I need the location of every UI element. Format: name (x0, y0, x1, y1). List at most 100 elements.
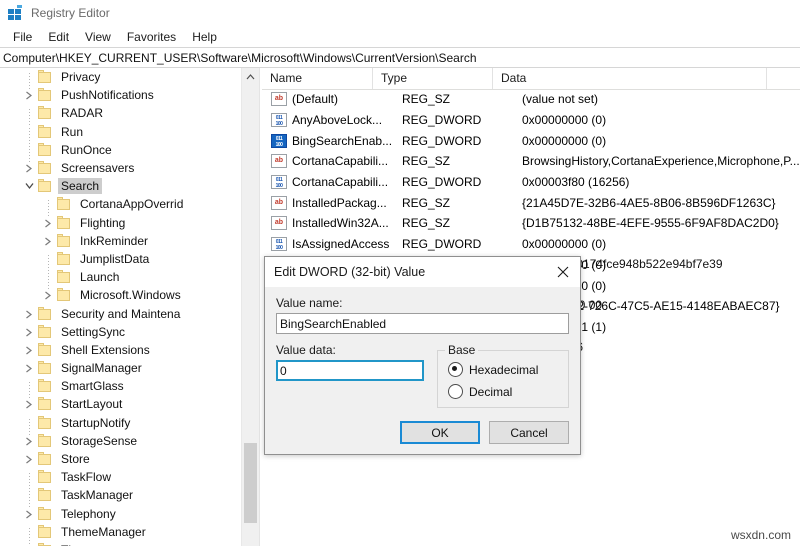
radio-hexadecimal-label: Hexadecimal (469, 362, 539, 377)
chevron-down-icon[interactable] (21, 177, 37, 195)
tree-item-flighting[interactable]: Flighting (0, 214, 242, 232)
tree-item-radar[interactable]: RADAR (0, 104, 242, 128)
registry-tree[interactable]: Privacy PushNotifications RADAR Run RunOnce S… (0, 68, 242, 546)
chevron-right-icon[interactable] (40, 232, 56, 250)
chevron-right-icon[interactable] (21, 341, 37, 359)
chevron-right-icon[interactable] (21, 432, 37, 450)
chevron-right-icon[interactable] (40, 214, 56, 232)
tree-item-settingsync[interactable]: SettingSync (0, 323, 242, 341)
dword-value-icon: 011 100 (271, 113, 287, 128)
tree-item-inkreminder[interactable]: InkReminder (0, 232, 242, 250)
tree-item-label: StartLayout (61, 397, 123, 412)
tree-twisty-placeholder (40, 250, 56, 273)
dialog-middle-row: Value data: Base Hexadecimal Decimal (276, 343, 569, 408)
registry-value-row[interactable]: 011 100 AnyAboveLock... REG_DWORD 0x0000000… (262, 110, 800, 131)
chevron-right-icon[interactable] (21, 541, 37, 546)
tree-twisty-placeholder (21, 104, 37, 128)
tree-item-label: SignalManager (61, 361, 142, 376)
chevron-right-icon[interactable] (40, 286, 56, 304)
scroll-up-arrow-icon[interactable] (242, 68, 259, 85)
tree-item-store[interactable]: Store (0, 450, 242, 468)
tree-twisty-placeholder (21, 414, 37, 437)
tree-item-launch[interactable]: Launch (0, 268, 242, 292)
folder-icon (37, 342, 53, 357)
chevron-right-icon[interactable] (21, 505, 37, 523)
tree-item-thememanager[interactable]: ThemeManager (0, 523, 242, 546)
tree-item-storagesense[interactable]: StorageSense (0, 432, 242, 450)
registry-value-row[interactable]: 011 100 IsAssignedAccess REG_DWORD 0x000000… (262, 234, 800, 255)
tree-twisty-placeholder (21, 68, 37, 92)
tree-item-pushnotifications[interactable]: PushNotifications (0, 86, 242, 104)
tree-item-label: SmartGlass (61, 379, 124, 394)
dword-value-icon: 011 100 (271, 237, 287, 252)
edit-dword-dialog: Edit DWORD (32-bit) Value Value name: Va… (264, 256, 581, 455)
value-data-input[interactable] (276, 360, 424, 381)
radio-decimal[interactable]: Decimal (448, 384, 560, 399)
chevron-right-icon[interactable] (21, 395, 37, 413)
close-icon[interactable] (546, 257, 580, 287)
value-data-cell: {D1B75132-48BE-4EFE-9555-6F9AF8DAC2D0} (522, 216, 779, 231)
tree-item-screensavers[interactable]: Screensavers (0, 159, 242, 177)
column-header-data[interactable]: Data (493, 68, 767, 89)
address-bar[interactable]: Computer\HKEY_CURRENT_USER\Software\Micr… (0, 47, 800, 68)
tree-item-label: StorageSense (61, 433, 138, 448)
menu-item-help[interactable]: Help (184, 29, 225, 45)
chevron-right-icon[interactable] (21, 323, 37, 341)
tree-item-run[interactable]: Run (0, 123, 242, 146)
column-header-type[interactable]: Type (373, 68, 493, 89)
tree-twisty-placeholder (21, 377, 37, 401)
string-value-icon: ab (271, 216, 287, 231)
registry-value-row[interactable]: 011 100 BingSearchEnab... REG_DWORD 0x00000… (262, 130, 800, 151)
tree-item-startlayout[interactable]: StartLayout (0, 395, 242, 413)
registry-value-row[interactable]: ab (Default) REG_SZ (value not set) (262, 89, 800, 110)
menu-item-favorites[interactable]: Favorites (119, 29, 184, 45)
tree-item-telephony[interactable]: Telephony (0, 505, 242, 523)
chevron-right-icon[interactable] (21, 450, 37, 468)
folder-icon (37, 506, 53, 521)
tree-item-label: Microsoft.Windows (80, 288, 181, 303)
column-header-name[interactable]: Name (262, 68, 373, 89)
registry-value-row[interactable]: ab CortanaCapabili... REG_SZ BrowsingHistor… (262, 151, 800, 172)
tree-vertical-scrollbar[interactable] (241, 68, 259, 546)
registry-value-row[interactable]: 011 100 CortanaCapabili... REG_DWORD 0x0000… (262, 172, 800, 193)
value-name-input[interactable] (276, 313, 569, 334)
value-data-cell: (value not set) (522, 92, 599, 107)
radio-hexadecimal[interactable]: Hexadecimal (448, 362, 560, 377)
tree-item-signalmanager[interactable]: SignalManager (0, 359, 242, 377)
tree-item-shell-extensions[interactable]: Shell Extensions (0, 341, 242, 359)
ok-button[interactable]: OK (400, 421, 480, 444)
menu-item-view[interactable]: View (77, 29, 119, 45)
chevron-right-icon[interactable] (21, 86, 37, 104)
tree-item-smartglass[interactable]: SmartGlass (0, 377, 242, 401)
tree-item-runonce[interactable]: RunOnce (0, 141, 242, 164)
dword-value-icon: 011 100 (271, 175, 287, 190)
registry-editor-window: Registry Editor File Edit View Favorites… (0, 0, 800, 546)
tree-item-label: Shell Extensions (61, 342, 150, 357)
radio-decimal-label: Decimal (469, 384, 513, 399)
value-name-cell: BingSearchEnab... (292, 133, 393, 148)
folder-icon (37, 470, 53, 484)
tree-scrollbar-thumb[interactable] (244, 443, 257, 523)
chevron-right-icon[interactable] (21, 359, 37, 377)
tree-item-microsoft-windows[interactable]: Microsoft.Windows (0, 286, 242, 304)
cancel-button[interactable]: Cancel (489, 421, 569, 444)
tree-twisty-placeholder (40, 195, 56, 219)
registry-value-row[interactable]: ab InstalledPackag... REG_SZ {21A45D7E-32B6… (262, 192, 800, 213)
registry-value-row[interactable]: ab InstalledWin32A... REG_SZ {D1B75132-48BE… (262, 213, 800, 234)
tree-item-taskmanager[interactable]: TaskManager (0, 486, 242, 510)
tree-item-cortanaappoverrid[interactable]: CortanaAppOverrid (0, 195, 242, 219)
chevron-right-icon[interactable] (21, 159, 37, 177)
tree-item-jumplistdata[interactable]: JumplistData (0, 250, 242, 273)
chevron-right-icon[interactable] (21, 305, 37, 323)
tree-item-privacy[interactable]: Privacy (0, 68, 242, 92)
tree-item-label: Telephony (61, 506, 116, 521)
tree-item-themes[interactable]: Themes (0, 541, 242, 546)
folder-icon (37, 124, 53, 139)
menu-item-edit[interactable]: Edit (40, 29, 77, 45)
tree-item-security-and-maintena[interactable]: Security and Maintena (0, 304, 242, 322)
tree-item-search[interactable]: Search (0, 177, 242, 195)
tree-item-startupnotify[interactable]: StartupNotify (0, 414, 242, 437)
tree-item-taskflow[interactable]: TaskFlow (0, 468, 242, 492)
menu-item-file[interactable]: File (5, 29, 40, 45)
folder-icon (37, 179, 53, 193)
